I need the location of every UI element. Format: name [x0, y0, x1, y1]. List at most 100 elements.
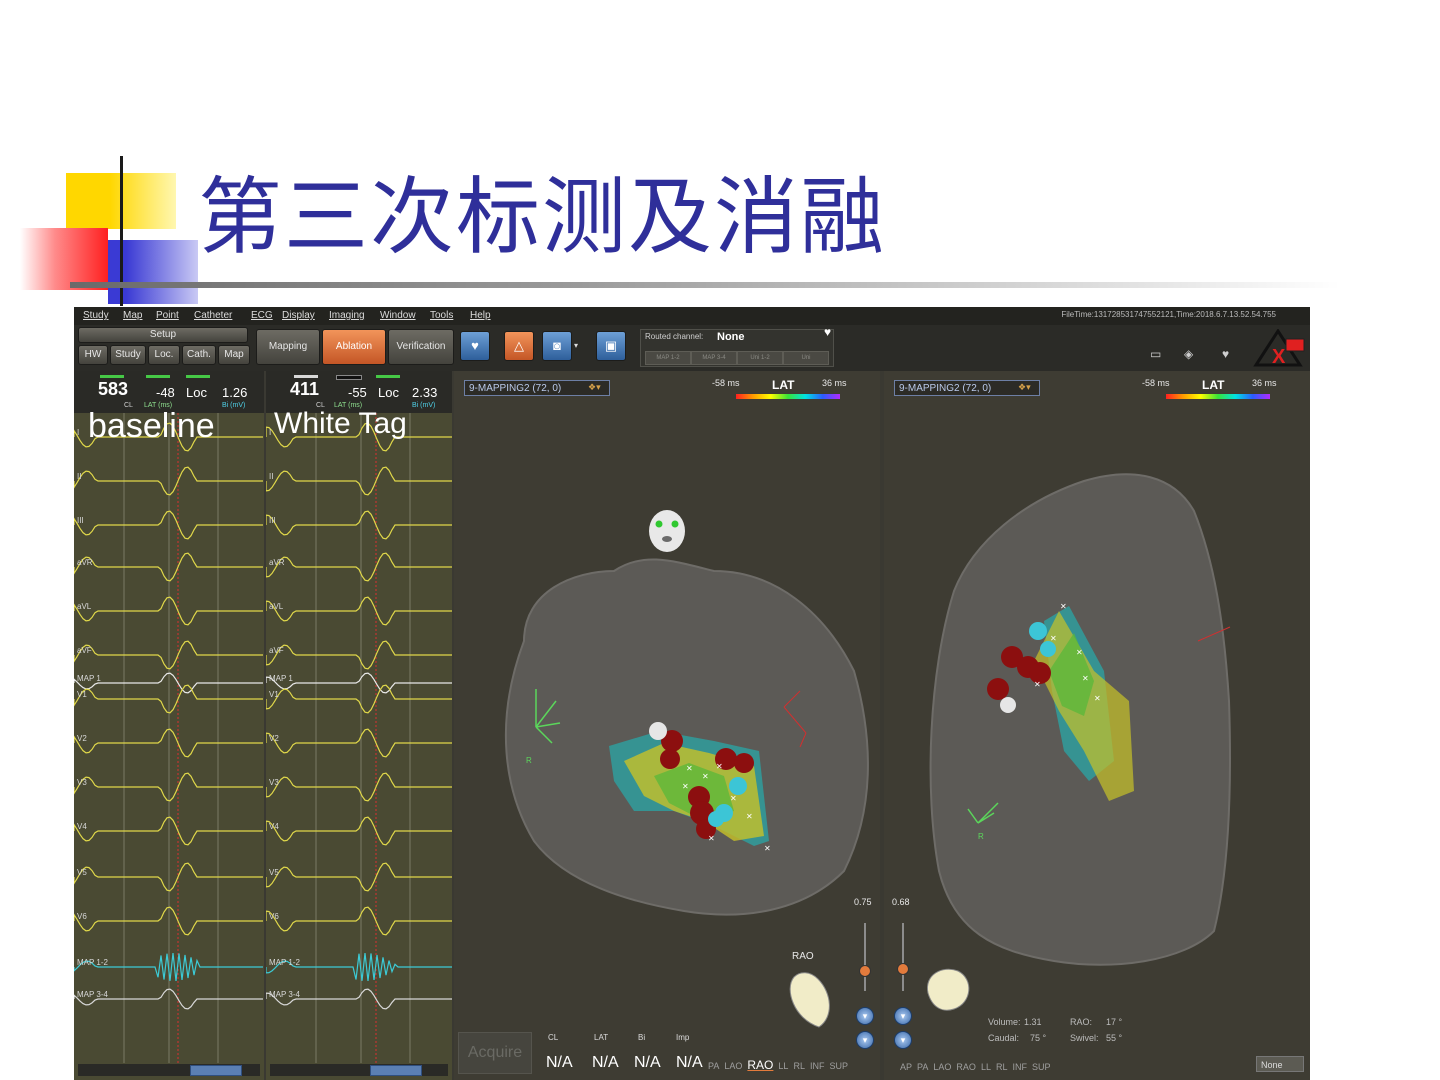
menu-ecg[interactable]: ECG — [251, 310, 273, 321]
camera-icon[interactable]: ◙ — [542, 331, 572, 361]
loc-value: Loc — [186, 385, 207, 400]
map-selector-icon[interactable]: ❖▾ — [588, 382, 601, 393]
menu-point[interactable]: Point — [156, 310, 179, 321]
catheter-tip-icon[interactable]: △ — [504, 331, 534, 361]
lead-label: MAP 1-2 — [269, 958, 301, 967]
menu-catheter[interactable]: Catheter — [194, 310, 232, 321]
orient-rl[interactable]: RL — [793, 1061, 805, 1071]
routed-channel-panel: Routed channel: None MAP 1-2 MAP 3-4 Uni… — [640, 329, 834, 367]
orient-sup[interactable]: SUP — [830, 1061, 849, 1071]
baseline-label: baseline — [88, 407, 215, 445]
orient-sup[interactable]: SUP — [1032, 1062, 1051, 1072]
scroll-thumb[interactable] — [190, 1065, 242, 1076]
ecg-trace — [266, 596, 452, 626]
caudal-value: 75 ° — [1030, 1033, 1047, 1043]
orient-lao[interactable]: LAO — [933, 1062, 951, 1072]
map-selector-icon[interactable]: ❖▾ — [1018, 382, 1031, 393]
menu-study[interactable]: Study — [83, 310, 109, 321]
rao-label: RAO: — [1070, 1017, 1093, 1027]
lead-label: aVF — [77, 646, 92, 655]
menu-window[interactable]: Window — [380, 310, 416, 321]
map-view-1[interactable]: R ✕ ✕ ✕ ✕ ✕ ✕ ✕ ✕ 9-MAPPING2 (72, 0) ❖▾ -58 ms … — [454, 371, 880, 1080]
ecg-trace — [266, 466, 452, 496]
channel-chip-uni12[interactable]: Uni 1-2 — [737, 351, 783, 365]
lead-label: V3 — [269, 778, 279, 787]
svg-text:✕: ✕ — [702, 772, 709, 781]
anatomy-view[interactable]: R ✕ ✕ ✕ ✕ ✕ ✕ ✕ ✕ — [454, 371, 880, 1080]
orient-pa[interactable]: PA — [917, 1062, 928, 1072]
lead-label: aVR — [269, 558, 285, 567]
orient-inf[interactable]: INF — [1013, 1062, 1028, 1072]
setup-tab-study[interactable]: Study — [110, 345, 146, 365]
horizontal-scrollbar[interactable] — [270, 1064, 448, 1076]
orient-rao[interactable]: RAO — [747, 1058, 773, 1072]
menu-map[interactable]: Map — [123, 310, 142, 321]
zoom-reset-button[interactable]: ▾ — [894, 1031, 912, 1049]
horizontal-scrollbar[interactable] — [78, 1064, 260, 1076]
cl-value: 583 — [98, 379, 129, 399]
scroll-thumb[interactable] — [370, 1065, 422, 1076]
lead-label: V6 — [77, 912, 87, 921]
none-dropdown[interactable]: None — [1256, 1056, 1304, 1072]
acquire-button[interactable]: Acquire — [458, 1032, 532, 1074]
orient-rao[interactable]: RAO — [956, 1062, 976, 1072]
menu-display[interactable]: Display — [282, 310, 315, 321]
mode-tab-mapping[interactable]: Mapping — [256, 329, 320, 365]
heart-plus-icon[interactable]: ♥ — [460, 331, 490, 361]
imp-status: N/A — [676, 1054, 703, 1071]
zoom-slider-track[interactable] — [902, 923, 904, 991]
svg-text:✕: ✕ — [1082, 674, 1089, 683]
orient-pa[interactable]: PA — [708, 1061, 719, 1071]
heart-alert-icon[interactable]: ♥ — [824, 325, 831, 339]
ecg-pane-baseline: 583 -48 Loc 1.26 CL LAT (ms) Bi (mV) I II… — [74, 371, 264, 1080]
channel-chip-map12[interactable]: MAP 1-2 — [645, 351, 691, 365]
orient-ap[interactable]: AP — [900, 1062, 912, 1072]
monitor-icon[interactable]: ▣ — [596, 331, 626, 361]
svg-text:✕: ✕ — [682, 782, 689, 791]
setup-tab-loc[interactable]: Loc. — [148, 345, 180, 365]
lat-scale-title: LAT — [772, 378, 795, 392]
system-error-icon[interactable]: X — [1252, 328, 1306, 368]
orient-rl[interactable]: RL — [996, 1062, 1008, 1072]
ecg-traces: IIIIIIaVRaVLaVFMAP 1V1V2V3V4V5V6MAP 1-2M… — [266, 413, 452, 1063]
setup-tab-cath[interactable]: Cath. — [182, 345, 216, 365]
routed-channel-value[interactable]: None — [717, 331, 745, 343]
orient-ll[interactable]: LL — [981, 1062, 991, 1072]
menu-tools[interactable]: Tools — [430, 310, 453, 321]
cl-value: 411 — [290, 379, 320, 399]
mode-tab-verification[interactable]: Verification — [388, 329, 454, 365]
rao-value: 17 ° — [1106, 1017, 1123, 1027]
lead-label: III — [77, 516, 84, 525]
file-time: FileTime:131728531747552121,Time:2018.6.… — [1061, 310, 1276, 319]
lead-label: MAP 1-2 — [77, 958, 109, 967]
point-status-strip: Acquire CL LAT Bi Imp N/A N/A N/A N/A PA… — [454, 1007, 880, 1080]
lead-label: V2 — [77, 734, 87, 743]
lead-label: I — [269, 428, 271, 437]
setup-button[interactable]: Setup — [78, 327, 248, 343]
lat-value: -55 — [348, 385, 367, 400]
channel-chip-uni[interactable]: Uni — [783, 351, 829, 365]
lead-label: aVL — [269, 602, 284, 611]
patch-status-icon[interactable]: ◈ — [1184, 347, 1204, 361]
setup-tab-map[interactable]: Map — [218, 345, 250, 365]
zoom-slider-thumb[interactable] — [859, 965, 871, 977]
zoom-slider-track[interactable] — [864, 923, 866, 991]
heart-status-icon[interactable]: ♥ — [1222, 347, 1242, 361]
orient-ll[interactable]: LL — [778, 1061, 788, 1071]
heart-orientation-icon — [926, 968, 970, 1011]
svg-text:✕: ✕ — [686, 764, 693, 773]
orient-inf[interactable]: INF — [810, 1061, 825, 1071]
zoom-down-button[interactable]: ▾ — [894, 1007, 912, 1025]
menu-imaging[interactable]: Imaging — [329, 310, 365, 321]
orient-lao[interactable]: LAO — [724, 1061, 742, 1071]
monitor-status-icon[interactable]: ▭ — [1150, 347, 1170, 361]
mode-tab-ablation[interactable]: Ablation — [322, 329, 386, 365]
zoom-slider-thumb[interactable] — [897, 963, 909, 975]
channel-chip-map34[interactable]: MAP 3-4 — [691, 351, 737, 365]
svg-text:✕: ✕ — [716, 762, 723, 771]
menu-help[interactable]: Help — [470, 310, 491, 321]
map-view-2[interactable]: R ✕ ✕ ✕ ✕ ✕ ✕ 9-MAPPING2 (72, 0) ❖▾ -58 ms LA… — [884, 371, 1310, 1080]
anatomy-view[interactable]: R ✕ ✕ ✕ ✕ ✕ ✕ — [884, 371, 1310, 1080]
camera-dropdown-icon[interactable]: ▾ — [574, 341, 578, 350]
setup-tab-hw[interactable]: HW — [78, 345, 108, 365]
